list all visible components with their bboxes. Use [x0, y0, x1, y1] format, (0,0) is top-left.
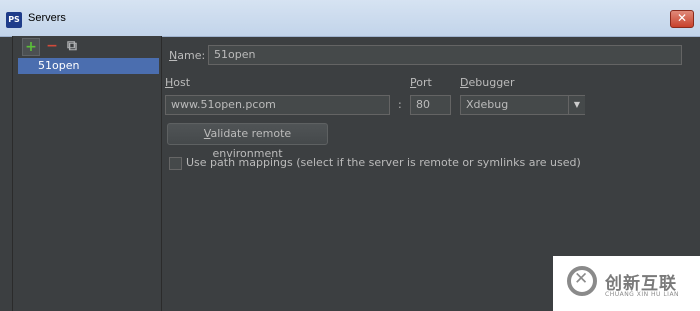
- server-list-item[interactable]: 51open: [18, 58, 159, 74]
- host-input[interactable]: www.51open.pcom: [165, 95, 390, 115]
- name-label: Name:: [169, 49, 206, 62]
- name-input[interactable]: 51open: [208, 45, 682, 65]
- window-title: Servers: [28, 12, 66, 24]
- port-label: Port: [410, 76, 432, 89]
- title-bar: PS Servers ✕: [0, 0, 700, 37]
- remove-icon[interactable]: −: [44, 38, 60, 54]
- host-port-separator: :: [398, 98, 402, 111]
- server-list-panel: [12, 36, 162, 311]
- server-item-label: 51open: [38, 59, 80, 72]
- close-button[interactable]: ✕: [670, 10, 694, 28]
- path-mappings-label: Use path mappings (select if the server …: [186, 156, 581, 169]
- path-mappings-checkbox[interactable]: [169, 157, 182, 170]
- validate-remote-environment-button[interactable]: Validate remote environment: [167, 123, 328, 160]
- watermark: ✕ 创新互联 CHUANG XIN HU LIAN: [553, 256, 700, 311]
- copy-icon[interactable]: ⧉: [64, 38, 80, 54]
- phpstorm-icon: PS: [6, 12, 22, 28]
- chevron-down-icon[interactable]: ▼: [568, 96, 585, 114]
- add-icon[interactable]: +: [22, 38, 40, 56]
- debugger-select[interactable]: Xdebug: [460, 95, 585, 115]
- host-label: Host: [165, 76, 191, 89]
- panel-divider: [161, 36, 162, 311]
- port-input[interactable]: 80: [410, 95, 451, 115]
- debugger-label: Debugger: [460, 76, 515, 89]
- watermark-subtitle: CHUANG XIN HU LIAN: [605, 291, 680, 298]
